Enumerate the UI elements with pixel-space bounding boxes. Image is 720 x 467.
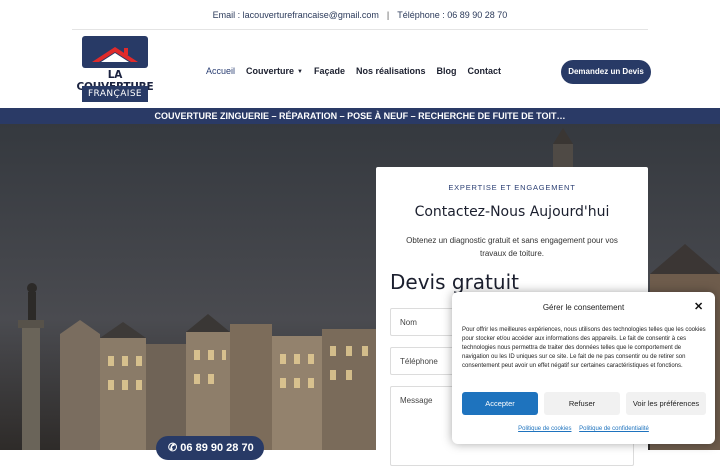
logo-roof-badge: [82, 36, 148, 68]
services-banner: COUVERTURE ZINGUERIE – RÉPARATION – POSE…: [0, 108, 720, 124]
topbar-phone[interactable]: Téléphone : 06 89 90 28 70: [397, 10, 507, 20]
nav-item-contact[interactable]: Contact: [468, 66, 502, 76]
privacy-policy-link[interactable]: Politique de confidentialité: [579, 426, 649, 432]
preferences-button[interactable]: Voir les préférences: [626, 392, 706, 415]
card-description: Obtenez un diagnostic gratuit et sans en…: [406, 236, 618, 258]
card-heading: Contactez-Nous Aujourd'hui: [414, 204, 610, 220]
consent-body: Pour offrir les meilleures expériences, …: [462, 327, 706, 369]
phone-icon: ✆: [168, 442, 181, 454]
consent-title: Gérer le consentement: [542, 303, 625, 312]
nav-item-blog[interactable]: Blog: [437, 66, 457, 76]
site-header: LA COUVERTURE FRANÇAISE Accueil Couvertu…: [0, 30, 720, 108]
request-quote-button[interactable]: Demandez un Devis: [561, 60, 651, 84]
form-title: Devis gratuit: [390, 270, 519, 294]
chevron-down-icon: ▼: [297, 69, 303, 75]
nav-item-accueil[interactable]: Accueil: [206, 66, 235, 76]
consent-links: Politique de cookies Politique de confid…: [452, 426, 715, 432]
main-nav: Accueil Couverture ▼ Façade Nos réalisati…: [206, 66, 512, 76]
hero-phone-label: 06 89 90 28 70: [180, 442, 254, 454]
cookie-consent-dialog: Gérer le consentement ✕ Pour offrir les …: [452, 292, 715, 444]
site-logo[interactable]: LA COUVERTURE FRANÇAISE: [70, 36, 160, 104]
roof-icon: [92, 47, 138, 62]
accept-button[interactable]: Accepter: [462, 392, 538, 415]
top-contact-bar: Email : lacouverturefrancaise@gmail.com …: [0, 0, 720, 30]
nav-item-couverture[interactable]: Couverture ▼: [246, 66, 303, 76]
phone-placeholder: Téléphone: [400, 357, 438, 366]
hero-phone-button[interactable]: ✆ 06 89 90 28 70: [156, 436, 264, 460]
nav-item-label: Couverture: [246, 66, 295, 76]
topbar-separator: |: [386, 10, 390, 20]
close-icon[interactable]: ✕: [694, 300, 703, 313]
topbar-email[interactable]: Email : lacouverturefrancaise@gmail.com: [213, 10, 379, 20]
logo-line2: FRANÇAISE: [82, 86, 148, 102]
name-placeholder: Nom: [400, 318, 417, 327]
nav-item-realisations[interactable]: Nos réalisations: [356, 66, 426, 76]
card-kicker: EXPERTISE ET ENGAGEMENT: [448, 183, 576, 192]
message-placeholder: Message: [400, 396, 433, 405]
refuse-button[interactable]: Refuser: [544, 392, 620, 415]
cookie-policy-link[interactable]: Politique de cookies: [518, 426, 571, 432]
nav-item-facade[interactable]: Façade: [314, 66, 345, 76]
